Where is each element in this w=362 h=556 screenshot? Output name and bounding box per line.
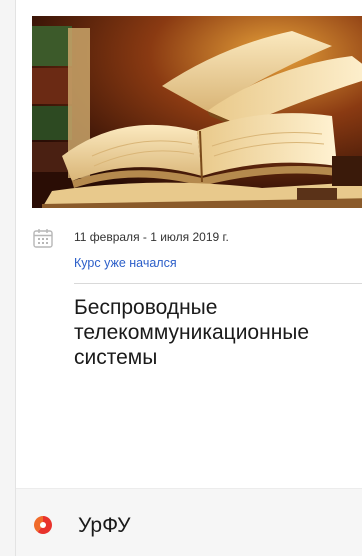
calendar-icon [33, 229, 53, 248]
course-title-line: Беспроводные [74, 296, 218, 319]
course-cover-image[interactable] [32, 16, 362, 208]
course-title-line: системы [74, 346, 158, 369]
course-card[interactable]: 11 февраля - 1 июля 2019 г. Курс уже нач… [15, 0, 362, 556]
books-illustration [32, 16, 362, 208]
course-status-link[interactable]: Курс уже начался [74, 256, 177, 270]
course-title-line: телекоммуникационные [74, 321, 310, 344]
course-dates: 11 февраля - 1 июля 2019 г. [74, 230, 229, 244]
meta-divider [74, 283, 362, 284]
university-name: УрФУ [78, 514, 131, 537]
course-title[interactable]: Беспроводные телекоммуникационные систем… [74, 295, 362, 370]
university-footer[interactable]: УрФУ [16, 488, 362, 556]
urfu-logo-icon [34, 516, 52, 534]
